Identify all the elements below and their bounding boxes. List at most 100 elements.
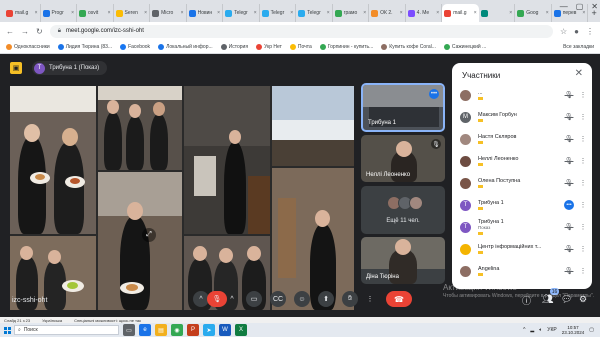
participant-more-icon[interactable]: ⋮ — [578, 267, 588, 275]
browser-tab[interactable]: 4. Me × — [406, 4, 443, 22]
participant-more-icon[interactable]: ⋮ — [578, 201, 588, 209]
notifications-icon[interactable]: ▢ — [589, 327, 594, 333]
bookmark-item[interactable]: Горпинин - купить... — [319, 43, 373, 50]
browser-tab[interactable]: грамо × — [333, 4, 370, 22]
close-tab-icon[interactable]: × — [363, 10, 366, 16]
browser-tab[interactable]: Новин × — [187, 4, 224, 22]
browser-tab[interactable]: Goog × — [515, 4, 552, 22]
participant-more-icon[interactable]: ⋮ — [578, 91, 588, 99]
browser-tab[interactable]: mail.g × — [4, 4, 41, 22]
bookmark-item[interactable]: Почта — [289, 43, 312, 50]
participant-more-icon[interactable]: ⋮ — [578, 245, 588, 253]
powerpoint-icon[interactable]: P — [187, 324, 199, 336]
bookmark-item[interactable]: Локальный инфор... — [158, 43, 213, 50]
close-tab-icon[interactable]: × — [108, 10, 111, 16]
chevron-up-icon[interactable]: ^ — [523, 327, 525, 333]
bookmark-item[interactable]: Сажинецкий ... — [443, 43, 486, 50]
participant-row[interactable]: Олена Поступна 🎙︎ ⋮ — [460, 173, 588, 193]
star-icon[interactable]: ☆ — [560, 27, 567, 36]
browser-tab[interactable]: Micro × — [150, 4, 187, 22]
mic-off-button[interactable]: 🎙︎ — [207, 291, 227, 307]
chrome-icon[interactable]: ◉ — [171, 324, 183, 336]
browser-tab[interactable]: osvit × — [77, 4, 114, 22]
participant-row[interactable]: ... 🎙︎ ⋮ — [460, 85, 588, 105]
participant-more-icon[interactable]: ⋮ — [578, 113, 588, 121]
maximize-icon[interactable]: ▢ — [576, 2, 584, 11]
more-options-button[interactable]: ⋮ — [364, 291, 376, 307]
bookmark-item[interactable]: История — [220, 43, 248, 50]
participant-more-icon[interactable]: ⋮ — [578, 157, 588, 165]
forward-icon[interactable]: → — [21, 27, 29, 36]
participant-row[interactable]: Т Трибуна 1 ••• ⋮ — [460, 195, 588, 215]
close-tab-icon[interactable]: × — [181, 10, 184, 16]
participant-row[interactable]: Настя Скляров 🎙︎ ⋮ — [460, 129, 588, 149]
word-icon[interactable]: W — [219, 324, 231, 336]
start-button[interactable] — [0, 323, 14, 337]
browser-tab[interactable]: mail.g × — [442, 4, 479, 22]
menu-icon[interactable]: ⋮ — [586, 27, 594, 36]
participant-tile[interactable]: 🎙︎ Неллі Леоненко — [361, 135, 445, 182]
clock[interactable]: 10:57 23.10.2024 — [562, 325, 585, 335]
participant-row[interactable]: Неллі Леоненко 🎙︎ ⋮ — [460, 151, 588, 171]
browser-tab[interactable]: ОК 2. × — [369, 4, 406, 22]
more-participants-tile[interactable]: Ещё 11 чел. — [361, 186, 445, 234]
close-tab-icon[interactable]: × — [217, 10, 220, 16]
captions-button[interactable]: CC — [270, 291, 286, 307]
close-tab-icon[interactable]: × — [509, 10, 512, 16]
participant-row[interactable]: Т Трибуна 1 Показ 🎙︎ ⋮ — [460, 217, 588, 237]
close-tab-icon[interactable]: × — [144, 10, 147, 16]
camera-options-button[interactable]: ^ — [228, 291, 236, 307]
url-field[interactable]: 🔒︎ meet.google.com/izc-sshi-oht — [49, 24, 553, 38]
reload-icon[interactable]: ↻ — [36, 27, 43, 36]
browser-tab[interactable]: × — [479, 4, 516, 22]
close-tab-icon[interactable]: × — [400, 10, 403, 16]
bookmark-item[interactable]: Facebook — [120, 43, 150, 50]
browser-tab[interactable]: Telegr × — [223, 4, 260, 22]
language-indicator[interactable]: УКР — [547, 327, 556, 333]
profile-icon[interactable]: ● — [574, 27, 579, 36]
network-icon[interactable]: ▂ — [530, 327, 534, 333]
bookmark-item[interactable]: Одноклассники — [6, 43, 50, 50]
participant-row[interactable]: Центр інформаційних т... 🎙︎ ⋮ — [460, 239, 588, 259]
taskbar-search[interactable]: ⌕ Поиск — [14, 325, 119, 335]
browser-tab[interactable]: Telegr × — [296, 4, 333, 22]
browser-tab[interactable]: Telegr × — [260, 4, 297, 22]
participant-more-icon[interactable]: ⋮ — [578, 135, 588, 143]
participant-more-icon[interactable]: ⋮ — [578, 223, 588, 231]
participant-more-icon[interactable]: ⋮ — [578, 179, 588, 187]
fullscreen-icon[interactable]: ⤢ — [142, 228, 156, 242]
close-icon[interactable]: ✕ — [591, 2, 598, 11]
minimize-icon[interactable]: — — [560, 2, 568, 11]
close-tab-icon[interactable]: × — [254, 10, 257, 16]
emoji-button[interactable]: ☺ — [294, 291, 310, 307]
edge-icon[interactable]: e — [139, 324, 151, 336]
bookmark-item[interactable]: Лидия Тюрина (83... — [57, 43, 112, 50]
browser-tab[interactable]: Seren × — [114, 4, 151, 22]
participant-tile[interactable]: ••• Трибуна 1 — [361, 83, 445, 132]
leave-call-button[interactable]: ☎︎ — [386, 291, 412, 307]
close-icon[interactable]: ✕ — [575, 68, 583, 79]
bookmark-item[interactable]: Укр Нет — [256, 43, 282, 50]
camera-button[interactable]: ▭ — [246, 291, 262, 307]
telegram-icon[interactable]: ➤ — [203, 324, 215, 336]
participant-row[interactable]: Angelina 🎙︎ ⋮ — [460, 261, 588, 281]
all-bookmarks[interactable]: Все закладки — [563, 44, 594, 50]
participant-tile[interactable]: Діна Тюріна — [361, 237, 445, 284]
back-icon[interactable]: ← — [6, 27, 14, 36]
close-tab-icon[interactable]: × — [474, 10, 477, 16]
raise-hand-button[interactable]: ✋︎ — [342, 291, 358, 307]
close-tab-icon[interactable]: × — [71, 10, 74, 16]
close-tab-icon[interactable]: × — [436, 10, 439, 16]
close-tab-icon[interactable]: × — [290, 10, 293, 16]
close-tab-icon[interactable]: × — [35, 10, 38, 16]
browser-tab[interactable]: Progr × — [41, 4, 78, 22]
task-view-icon[interactable]: ▭ — [123, 324, 135, 336]
volume-icon[interactable]: 🔈︎ — [539, 327, 542, 333]
explorer-icon[interactable]: ▤ — [155, 324, 167, 336]
close-tab-icon[interactable]: × — [327, 10, 330, 16]
bookmark-item[interactable]: Купить кофе Coral... — [381, 43, 436, 50]
participant-row[interactable]: М Максим Горбун 🎙︎ ⋮ — [460, 107, 588, 127]
close-tab-icon[interactable]: × — [546, 10, 549, 16]
present-button[interactable]: ⬆ — [318, 291, 334, 307]
excel-icon[interactable]: X — [235, 324, 247, 336]
